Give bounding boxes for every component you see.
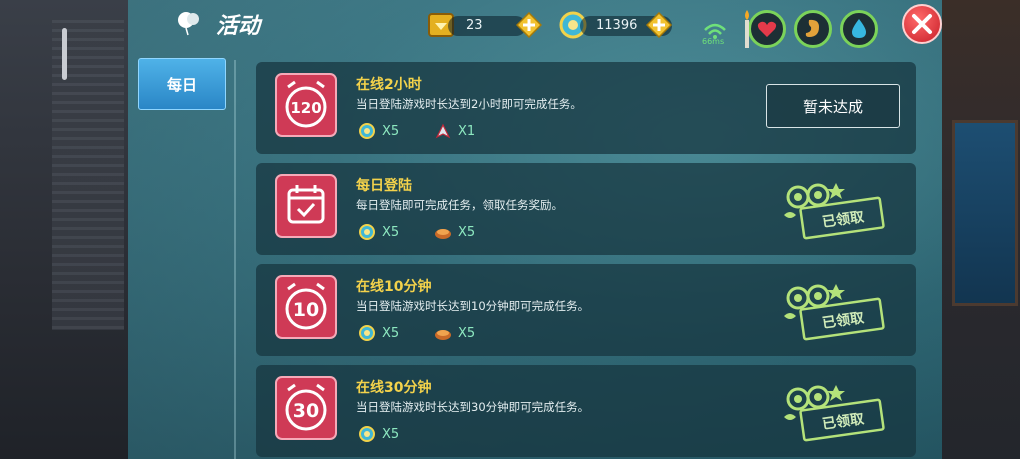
reward-quantity: X5 — [382, 426, 400, 442]
reward-quantity: X5 — [458, 224, 476, 240]
close-icon — [912, 14, 932, 34]
sidebar-divider — [234, 60, 236, 459]
task-card: 10 在线10分钟 当日登陆游戏时长达到10分钟即可完成任务。 X5 X5 已领… — [256, 264, 916, 356]
task-card: 120 在线2小时 当日登陆游戏时长达到2小时即可完成任务。 X5 X1 暂未达… — [256, 62, 916, 154]
reward-quantity: X5 — [382, 123, 400, 139]
tab-daily[interactable]: 每日 — [138, 58, 226, 110]
page-title: 活动 — [216, 14, 261, 39]
reward-item: X5 — [358, 425, 399, 443]
coin-icon — [359, 426, 375, 442]
alarm-clock-icon: 120 — [275, 73, 337, 137]
claimed-stamp-icon — [784, 385, 885, 442]
coin-count: 11396 — [596, 18, 638, 33]
badge-number: 10 — [293, 299, 319, 321]
task-description: 当日登陆游戏时长达到30分钟即可完成任务。 — [356, 400, 590, 414]
scroll-handle[interactable] — [62, 28, 67, 80]
task-description: 当日登陆游戏时长达到2小时即可完成任务。 — [356, 97, 582, 111]
task-title: 在线10分钟 — [356, 279, 432, 295]
reward-item: X1 — [434, 122, 475, 140]
alarm-clock-icon: 10 — [275, 275, 337, 339]
balloon-icon — [178, 12, 199, 36]
window-frame — [952, 120, 1018, 306]
close-button[interactable] — [902, 4, 942, 44]
task-title: 在线30分钟 — [356, 380, 432, 396]
water-stat[interactable] — [840, 10, 878, 48]
background-right — [942, 0, 1020, 459]
calendar-icon — [275, 174, 337, 238]
task-title: 每日登陆 — [356, 178, 412, 194]
reward-item: X5 — [358, 324, 399, 342]
reward-item: X5 — [434, 223, 475, 241]
top-bar: 活动 23 11396 66ms — [128, 0, 942, 48]
task-title: 在线2小时 — [356, 77, 422, 93]
badge-number: 30 — [293, 400, 319, 422]
ping-readout: 66ms — [702, 37, 725, 46]
heart-icon — [757, 21, 777, 37]
claimed-stamp-icon — [784, 284, 885, 341]
coin-icon — [359, 325, 375, 341]
food-icon — [435, 330, 451, 340]
not-completed-button[interactable]: 暂未达成 — [766, 84, 900, 128]
badge-number: 120 — [290, 99, 321, 117]
reward-quantity: X5 — [382, 325, 400, 341]
alarm-clock-icon: 30 — [275, 376, 337, 440]
add-coins-button[interactable] — [646, 12, 672, 38]
claimed-stamp-icon — [784, 183, 885, 240]
add-gems-button[interactable] — [516, 12, 542, 38]
task-description: 当日登陆游戏时长达到10分钟即可完成任务。 — [356, 299, 590, 313]
stomach-icon — [805, 19, 819, 37]
coin-icon — [359, 224, 375, 240]
water-drop-icon — [852, 19, 866, 38]
reward-item: X5 — [358, 223, 399, 241]
coin-icon — [359, 123, 375, 139]
reward-quantity: X5 — [382, 224, 400, 240]
background-left — [0, 0, 128, 459]
task-card: 每日登陆 每日登陆即可完成任务，领取任务奖励。 X5 X5 已领取 — [256, 163, 916, 255]
activity-panel: 活动 23 11396 66ms 每日 120 在线2小时 当日登陆游戏时长达到… — [128, 0, 942, 459]
gem-count: 23 — [466, 18, 483, 33]
rocket-icon — [435, 123, 451, 139]
reward-item: X5 — [434, 324, 475, 342]
hunger-stat[interactable] — [794, 10, 832, 48]
reward-quantity: X1 — [458, 123, 476, 139]
task-card: 30 在线30分钟 当日登陆游戏时长达到30分钟即可完成任务。 X5 已领取 — [256, 365, 916, 457]
reward-item: X5 — [358, 122, 399, 140]
food-icon — [435, 229, 451, 239]
task-description: 每日登陆即可完成任务，领取任务奖励。 — [356, 198, 563, 212]
reward-quantity: X5 — [458, 325, 476, 341]
torch-icon — [745, 10, 749, 48]
